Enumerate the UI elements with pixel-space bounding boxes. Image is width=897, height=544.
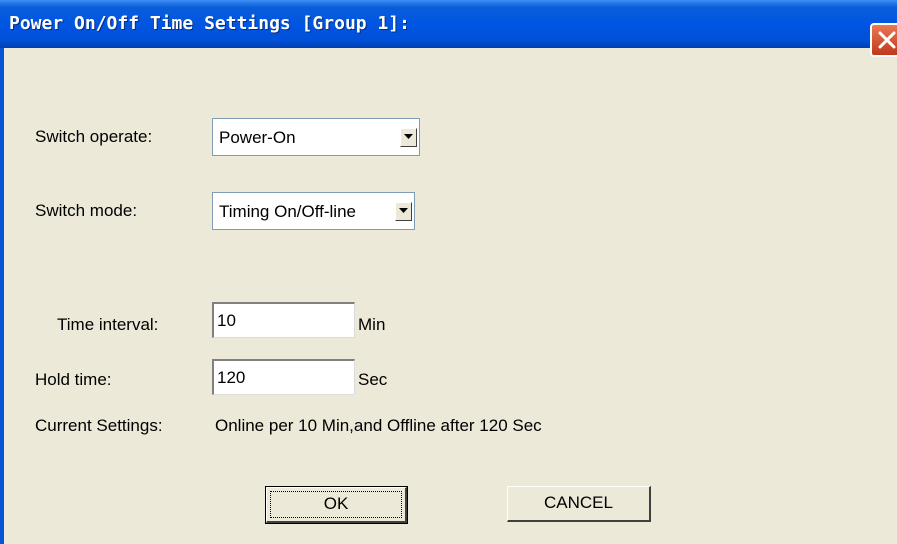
hold-time-input[interactable]: 120 xyxy=(212,359,355,395)
time-interval-label: Time interval: xyxy=(57,315,159,334)
current-settings-label: Current Settings: xyxy=(35,416,163,435)
switch-mode-label: Switch mode: xyxy=(35,201,138,220)
hold-time-unit: Sec xyxy=(358,370,388,389)
ok-button[interactable]: OK xyxy=(265,486,408,524)
focus-rectangle xyxy=(270,491,402,518)
current-settings-value: Online per 10 Min,and Offline after 120 … xyxy=(215,416,542,435)
switch-operate-value: Power-On xyxy=(219,128,296,147)
chevron-down-icon xyxy=(399,208,408,213)
switch-mode-dropdown-button[interactable] xyxy=(395,202,412,221)
switch-operate-select[interactable]: Power-On xyxy=(212,118,420,156)
title-bar: Power On/Off Time Settings [Group 1]: xyxy=(0,0,897,57)
switch-operate-label: Switch operate: xyxy=(35,127,153,146)
cancel-button-label: CANCEL xyxy=(544,493,613,512)
switch-operate-dropdown-button[interactable] xyxy=(400,128,417,147)
switch-mode-select[interactable]: Timing On/Off-line xyxy=(212,192,415,230)
window-border xyxy=(0,48,4,544)
close-icon xyxy=(878,31,896,49)
time-interval-unit: Min xyxy=(358,315,386,334)
time-interval-value: 10 xyxy=(217,311,236,330)
close-button[interactable] xyxy=(870,23,897,57)
cancel-button[interactable]: CANCEL xyxy=(507,486,651,522)
switch-mode-value: Timing On/Off-line xyxy=(219,202,356,221)
hold-time-label: Hold time: xyxy=(35,370,112,389)
time-interval-input[interactable]: 10 xyxy=(212,302,355,338)
window-title: Power On/Off Time Settings [Group 1]: xyxy=(9,13,410,34)
dialog-window: Power On/Off Time Settings [Group 1]: Sw… xyxy=(0,0,897,544)
chevron-down-icon xyxy=(404,134,413,139)
hold-time-value: 120 xyxy=(217,368,246,387)
